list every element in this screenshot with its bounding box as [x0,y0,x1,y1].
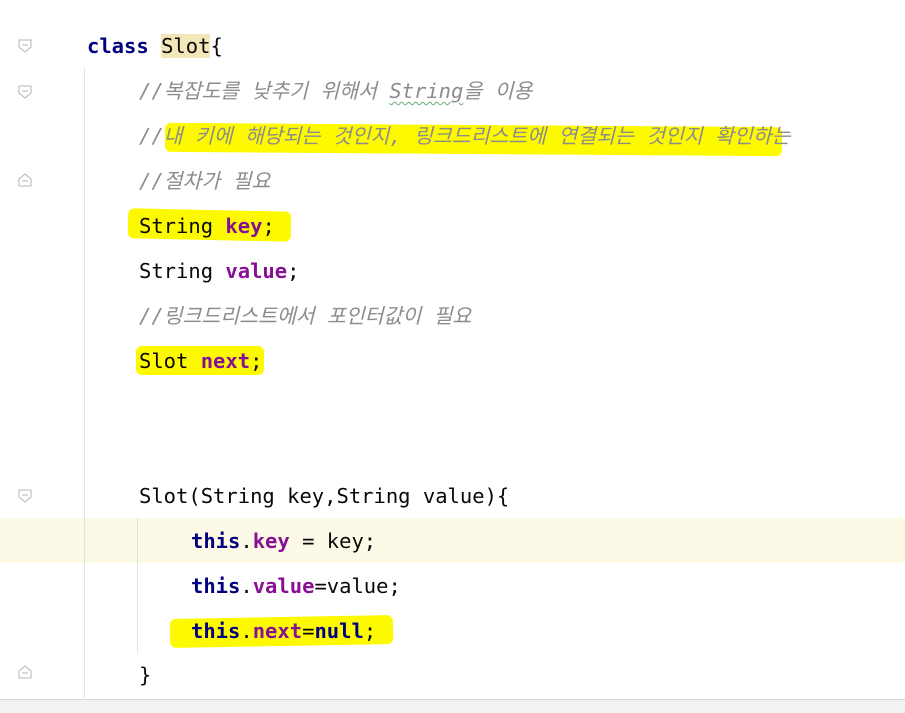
comment-line[interactable]: //절차가 필요 [139,167,270,195]
horizontal-scrollbar[interactable] [0,699,905,713]
constructor-text: Slot(String key,String value){ [139,484,510,508]
type-name: Slot [139,349,189,373]
class-keyword: class [87,34,149,58]
assignment-line[interactable]: this.value=value; [191,572,401,600]
open-brace: { [210,34,223,58]
close-brace: } [139,663,152,687]
indent-guide [137,518,138,653]
assignment-rhs: = key; [289,529,377,553]
current-line-highlight [0,518,905,563]
field-declaration[interactable]: String value; [139,257,299,285]
field-name: next [200,349,251,373]
assignment-line[interactable]: this.key = key; [191,527,376,555]
assignment-rhs: =value; [314,574,401,598]
field-name: key [225,214,263,238]
code-line[interactable]: class Slot{ [87,32,223,60]
comment-text: //링크드리스트에서 포인터값이 필요 [139,304,472,328]
fold-end-icon[interactable] [18,173,32,187]
comment-text: 을 이용 [463,79,533,103]
fold-collapse-icon[interactable] [18,489,32,503]
field-name: value [252,574,315,598]
equals-sign: = [302,619,315,643]
comment-text: //절차가 필요 [139,169,271,193]
this-keyword: this [191,574,241,598]
class-name[interactable]: Slot [161,34,211,58]
code-editor[interactable]: class Slot{ //복잡도를 낮추기 위해서 String을 이용 //… [0,0,905,713]
semicolon: ; [250,349,263,373]
closing-brace-line[interactable]: } [139,661,151,689]
type-name: String [139,214,214,238]
assignment-line[interactable]: this.next=null; [191,617,376,645]
fold-collapse-icon[interactable] [18,85,32,99]
semicolon: ; [287,259,300,283]
comment-line[interactable]: //내 키에 해당되는 것인지, 링크드리스트에 연결되는 것인지 확인하는 [139,122,791,150]
null-keyword: null [314,619,364,643]
dot: . [240,529,253,553]
comment-text: //복잡도를 낮추기 위해서 [139,79,390,103]
field-declaration[interactable]: Slot next; [139,347,262,375]
field-name: next [252,619,303,643]
constructor-signature[interactable]: Slot(String key,String value){ [139,482,509,510]
editor-gutter[interactable] [0,0,52,700]
dot: . [240,619,253,643]
this-keyword: this [191,529,241,553]
field-declaration[interactable]: String key; [139,212,275,240]
fold-end-icon[interactable] [18,665,32,679]
typo-underlined-word[interactable]: String [389,79,463,103]
comment-line[interactable]: //복잡도를 낮추기 위해서 String을 이용 [139,77,532,105]
field-name: value [225,259,288,283]
indent-guide [84,68,85,698]
semicolon: ; [363,619,377,643]
comment-text: //내 키에 해당되는 것인지, 링크드리스트에 연결되는 것인지 확인하는 [139,124,791,148]
fold-collapse-icon[interactable] [18,39,32,53]
semicolon: ; [262,214,275,238]
comment-line[interactable]: //링크드리스트에서 포인터값이 필요 [139,302,471,330]
this-keyword: this [191,619,241,643]
field-name: key [252,529,290,553]
dot: . [240,574,253,598]
type-name: String [139,259,214,283]
